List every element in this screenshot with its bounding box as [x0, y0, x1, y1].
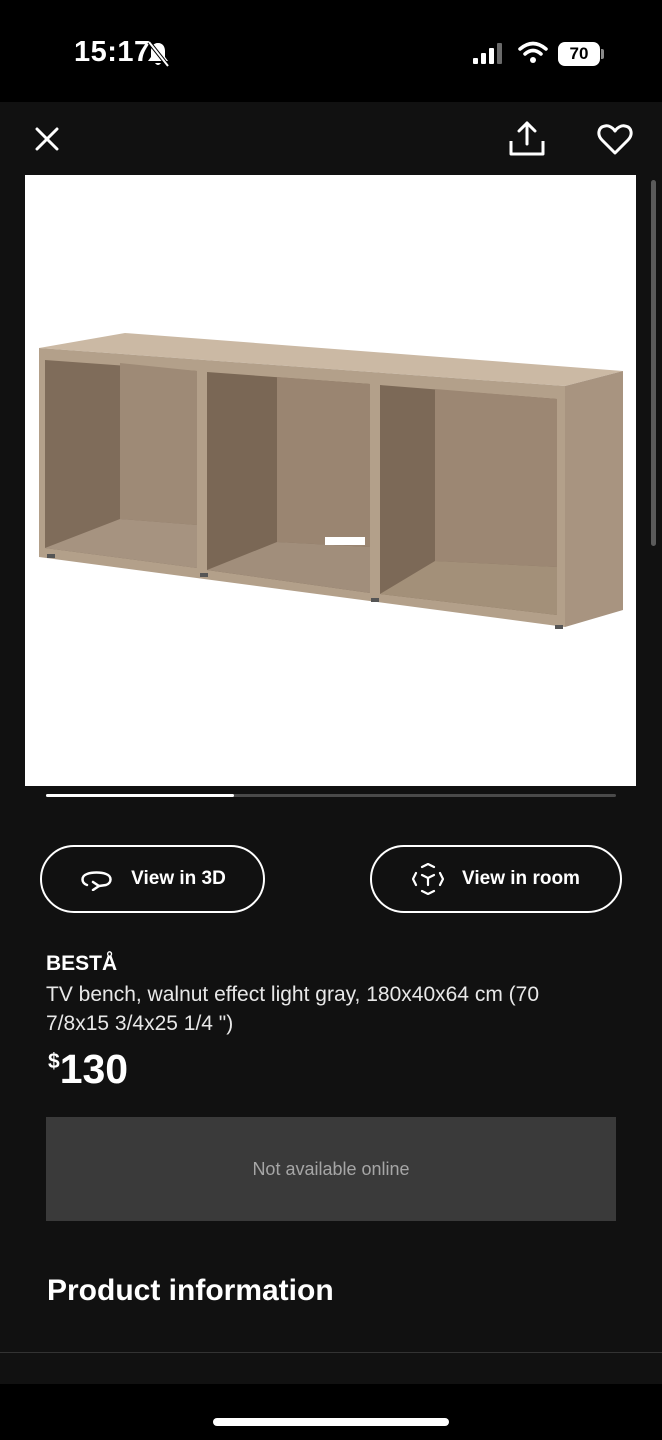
price-amount: 130 — [59, 1046, 129, 1092]
ar-cube-icon — [412, 863, 445, 895]
product-image[interactable] — [25, 175, 636, 786]
heart-icon[interactable] — [596, 120, 634, 158]
product-information-heading[interactable]: Product information — [47, 1274, 334, 1308]
rotate-3d-icon — [81, 871, 112, 891]
status-time: 15:17 — [74, 36, 151, 68]
product-name: BESTÅ — [46, 952, 118, 975]
battery-cap — [601, 49, 604, 59]
signal-icon — [473, 43, 502, 64]
tv-bench-illustration — [39, 333, 623, 629]
view-in-3d-button[interactable]: View in 3D — [40, 845, 265, 913]
share-icon[interactable] — [507, 119, 547, 159]
price-currency: $ — [48, 1050, 60, 1073]
bottom-bar — [0, 1384, 662, 1440]
scroll-indicator[interactable] — [651, 180, 656, 546]
bell-off-icon — [147, 40, 170, 68]
product-description: TV bench, walnut effect light gray, 180x… — [46, 983, 539, 1035]
wifi-icon — [518, 41, 548, 63]
status-bar: 15:17 70 — [0, 0, 662, 102]
view-in-room-button[interactable]: View in room — [370, 845, 622, 913]
view-in-3d-label: View in 3D — [131, 868, 226, 889]
carousel-track — [46, 794, 616, 797]
availability-label: Not available online — [252, 1158, 410, 1179]
view-in-room-label: View in room — [462, 868, 580, 889]
availability-button: Not available online — [46, 1117, 616, 1221]
divider — [0, 1352, 662, 1353]
battery-level: 70 — [558, 42, 600, 66]
top-toolbar — [0, 102, 662, 175]
home-indicator[interactable] — [213, 1418, 449, 1426]
product-price: $130 — [48, 1046, 128, 1093]
close-icon[interactable] — [30, 122, 64, 156]
carousel-position — [46, 794, 235, 797]
